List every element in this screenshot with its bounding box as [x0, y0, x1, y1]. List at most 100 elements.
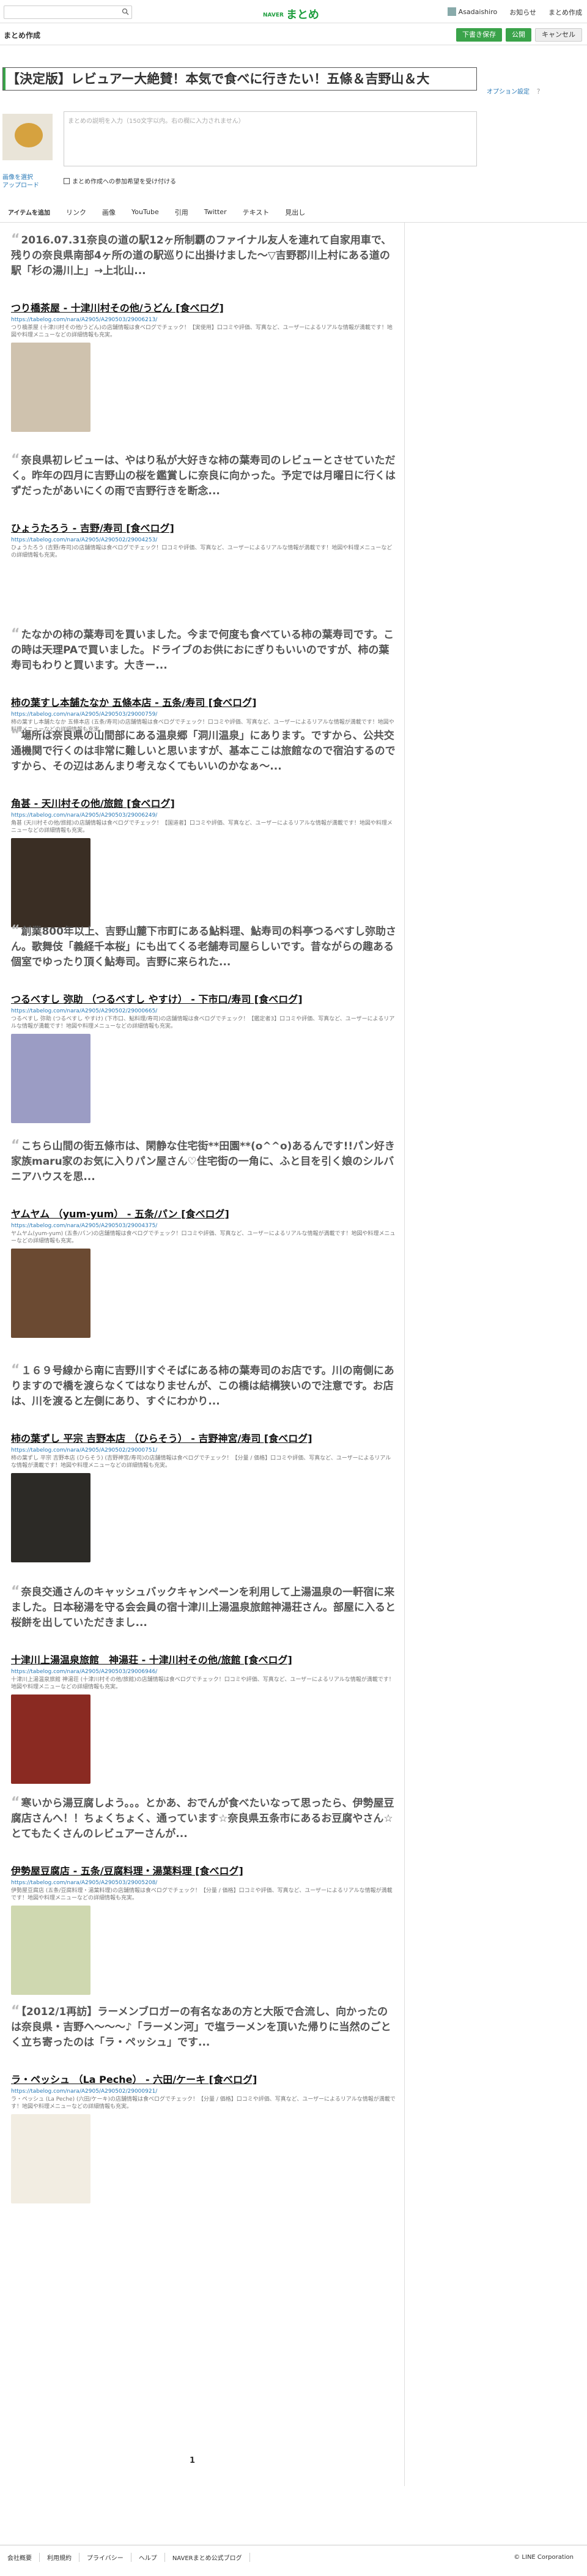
- link-thumbnail[interactable]: [11, 2114, 90, 2203]
- link-url[interactable]: https://tabelog.com/nara/A2905/A290502/2…: [11, 1447, 396, 1453]
- footer-company-link[interactable]: 会社概要: [0, 2553, 40, 2562]
- link-title[interactable]: 角甚 - 天川村その他/旅館 [食べログ]: [11, 795, 396, 810]
- item-block: “たなかの柿の葉寿司を買いました。今まで何度も食べている柿の葉寿司です。この時は…: [11, 626, 396, 733]
- footer-help-link[interactable]: ヘルプ: [131, 2553, 165, 2562]
- link-thumbnail[interactable]: [11, 1034, 90, 1123]
- link-title[interactable]: ヤムヤム （yum-yum） - 五条/パン [食べログ]: [11, 1206, 396, 1220]
- link-description: ひょうたろう (吉野/寿司)の店舗情報は食べログでチェック！口コミや評価、写真な…: [11, 545, 393, 559]
- link-title[interactable]: ひょうたろう - 吉野/寿司 [食べログ]: [11, 520, 396, 535]
- quote-mark-icon: “: [11, 1138, 20, 1153]
- link-url[interactable]: https://tabelog.com/nara/A2905/A290503/2…: [11, 1669, 396, 1675]
- thumbnail-image[interactable]: [2, 114, 53, 160]
- quote-mark-icon: “: [11, 2003, 20, 2019]
- publish-button[interactable]: 公開: [506, 28, 531, 42]
- link-description: ヤムヤム(yum-yum) (五条/パン)の店舗情報は食べログでチェック！口コミ…: [11, 1231, 396, 1244]
- quote-text: “奈良県初レビューは、やはり私が大好きな柿の葉寿司のレビューとさせていただく。昨…: [11, 452, 396, 499]
- link-thumbnail[interactable]: [11, 1249, 90, 1338]
- add-item-tabs: アイテムを追加 リンク 画像 YouTube 引用 Twitter テキスト 見…: [0, 202, 587, 223]
- naver-matome-logo[interactable]: NAVER まとめ: [263, 6, 319, 22]
- item-block: “2016.07.31奈良の道の駅12ヶ所制覇のファイナル友人を連れて自家用車で…: [11, 232, 396, 432]
- participation-checkbox[interactable]: まとめ作成への参加希望を受け付ける: [64, 176, 176, 185]
- link-url[interactable]: https://tabelog.com/nara/A2905/A290502/2…: [11, 1008, 396, 1014]
- quote-text: “【2012/1再訪】ラーメンブロガーの有名なあの方と大阪で合流し、向かったのは…: [11, 2003, 396, 2051]
- quote-body: 創業800年以上、吉野山麓下市町にある鮎料理、鮎寿司の料亭つるべすし弥助さん。歌…: [11, 926, 396, 968]
- quote-text: “たなかの柿の葉寿司を買いました。今まで何度も食べている柿の葉寿司です。この時は…: [11, 626, 396, 674]
- search-input[interactable]: [4, 6, 132, 19]
- quote-text: “１６９号線から南に吉野川すぐそばにある柿の葉寿司のお店です。川の南側にあります…: [11, 1362, 396, 1409]
- create-link[interactable]: まとめ作成: [548, 7, 582, 17]
- link-description: ラ・ペッシュ (La Peche) (六田/ケーキ)の店舗情報は食べログでチェッ…: [11, 2096, 396, 2110]
- footer-privacy-link[interactable]: プライバシー: [79, 2553, 131, 2562]
- link-description: 伊勢屋豆腐店 (五条/豆腐料理・湯葉料理)の店舗情報は食べログでチェック！【分量…: [11, 1888, 393, 1901]
- user-nav: Asadaishiro お知らせ まとめ作成: [447, 7, 582, 17]
- top-bar: NAVER まとめ Asadaishiro お知らせ まとめ作成: [0, 0, 587, 23]
- description-input[interactable]: まとめの説明を入力（150文字以内。右の欄に入力されません）: [64, 111, 477, 166]
- link-title[interactable]: ラ・ペッシュ （La Peche） - 六田/ケーキ [食べログ]: [11, 2071, 396, 2086]
- thumbnail-food: [15, 123, 43, 147]
- quote-text: “2016.07.31奈良の道の駅12ヶ所制覇のファイナル友人を連れて自家用車で…: [11, 232, 396, 279]
- tab-text[interactable]: テキスト: [235, 207, 278, 217]
- quote-mark-icon: “: [11, 232, 20, 247]
- option-settings-link[interactable]: オプション設定: [487, 86, 530, 95]
- link-url[interactable]: https://tabelog.com/nara/A2905/A290503/2…: [11, 1223, 396, 1229]
- link-description: 角甚 (天川村その他/旅館)の店舗情報は食べログでチェック！【国道者】口コミや評…: [11, 820, 393, 834]
- quote-mark-icon: “: [11, 923, 20, 938]
- quote-text: “創業800年以上、吉野山麓下市町にある鮎料理、鮎寿司の料亭つるべすし弥助さん。…: [11, 923, 396, 970]
- link-description: つるべすし 弥助 (つるべすし やすけ) (下市口、鮎料理/寿司)の店舗情報は食…: [11, 1016, 395, 1030]
- footer-terms-link[interactable]: 利用規約: [40, 2553, 79, 2562]
- help-icon[interactable]: ？: [537, 86, 543, 95]
- tab-quote[interactable]: 引用: [167, 207, 196, 217]
- title-input[interactable]: 【決定版】レビュアー大絶賛！本気で食べに行きたい！五條＆吉野山＆大: [2, 67, 477, 91]
- link-title[interactable]: つり橋茶屋 - 十津川村その他/うどん [食べログ]: [11, 300, 396, 314]
- link-thumbnail[interactable]: [11, 1473, 90, 1562]
- save-draft-button[interactable]: 下書き保存: [456, 28, 502, 42]
- item-block: “奈良県初レビューは、やはり私が大好きな柿の葉寿司のレビューとさせていただく。昨…: [11, 452, 396, 559]
- link-url[interactable]: https://tabelog.com/nara/A2905/A290503/2…: [11, 1880, 396, 1886]
- select-image-link[interactable]: 画像を選択: [2, 174, 39, 182]
- tab-link[interactable]: リンク: [58, 207, 94, 217]
- link-title[interactable]: 十津川上湯温泉旅館 神湯荘 - 十津川村その他/旅館 [食べログ]: [11, 1652, 396, 1666]
- link-thumbnail[interactable]: [11, 1906, 90, 1995]
- cancel-button[interactable]: キャンセル: [535, 28, 582, 42]
- tab-youtube[interactable]: YouTube: [124, 208, 167, 216]
- footer-blog-link[interactable]: NAVERまとめ公式ブログ: [165, 2553, 250, 2562]
- quote-body: １６９号線から南に吉野川すぐそばにある柿の葉寿司のお店です。川の南側にありますの…: [11, 1365, 394, 1408]
- quote-text: “奈良交通さんのキャッシュバックキャンペーンを利用して上湯温泉の一軒宿に来ました…: [11, 1584, 396, 1631]
- item-list: “2016.07.31奈良の道の駅12ヶ所制覇のファイナル友人を連れて自家用車で…: [0, 223, 405, 2486]
- link-url[interactable]: https://tabelog.com/nara/A2905/A290502/2…: [11, 2088, 396, 2095]
- link-thumbnail[interactable]: [11, 343, 90, 432]
- quote-mark-icon: “: [11, 1362, 20, 1378]
- pagination[interactable]: 1: [190, 2456, 195, 2465]
- link-url[interactable]: https://tabelog.com/nara/A2905/A290503/2…: [11, 711, 396, 718]
- link-url[interactable]: https://tabelog.com/nara/A2905/A290502/2…: [11, 537, 396, 543]
- quote-body: 寒いから湯豆腐しよう。。。とかあ、おでんが食べたいなって思ったら、伊勢屋豆腐店さ…: [11, 1797, 394, 1840]
- quote-body: 奈良県初レビューは、やはり私が大好きな柿の葉寿司のレビューとさせていただく。昨年…: [11, 455, 396, 497]
- item-block: “創業800年以上、吉野山麓下市町にある鮎料理、鮎寿司の料亭つるべすし弥助さん。…: [11, 923, 396, 1123]
- quote-body: 場所は奈良県の山間部にある温泉郷「洞川温泉」にあります。ですから、公共交通機関で…: [11, 730, 396, 773]
- link-title[interactable]: 柿の葉すし本舗たなか 五條本店 - 五条/寿司 [食べログ]: [11, 694, 396, 709]
- page-title: まとめ作成: [4, 31, 41, 40]
- link-title[interactable]: 伊勢屋豆腐店 - 五条/豆腐料理・湯葉料理 [食べログ]: [11, 1863, 396, 1877]
- link-thumbnail[interactable]: [11, 1694, 90, 1784]
- footer: 会社概要 利用規約 プライバシー ヘルプ NAVERまとめ公式ブログ © LIN…: [0, 2545, 587, 2569]
- tab-add-item: アイテムを追加: [8, 210, 50, 217]
- thumbnail-links: 画像を選択 アップロード: [2, 174, 39, 190]
- quote-body: 【2012/1再訪】ラーメンブロガーの有名なあの方と大阪で合流し、向かったのは奈…: [11, 2006, 391, 2049]
- link-url[interactable]: https://tabelog.com/nara/A2905/A290503/2…: [11, 812, 396, 818]
- user-menu[interactable]: Asadaishiro: [447, 7, 497, 17]
- quote-text: “こちら山間の街五條市は、閑静な住宅街**田園**(o^^o)あるんです!!パン…: [11, 1138, 396, 1185]
- link-description: つり橋茶屋 (十津川村その他/うどん)の店舗情報は食べログでチェック！【実使用】…: [11, 325, 393, 338]
- upload-link[interactable]: アップロード: [2, 182, 39, 190]
- notice-link[interactable]: お知らせ: [509, 7, 536, 17]
- quote-body: たなかの柿の葉寿司を買いました。今まで何度も食べている柿の葉寿司です。この時は天…: [11, 629, 394, 672]
- link-title[interactable]: つるべすし 弥助 （つるべすし やすけ） - 下市口/寿司 [食べログ]: [11, 991, 396, 1006]
- quote-mark-icon: “: [11, 727, 20, 743]
- quote-body: 2016.07.31奈良の道の駅12ヶ所制覇のファイナル友人を連れて自家用車で、…: [11, 234, 392, 277]
- tab-twitter[interactable]: Twitter: [196, 208, 235, 216]
- item-block: “場所は奈良県の山間部にある温泉郷「洞川温泉」にあります。ですから、公共交通機関…: [11, 727, 396, 927]
- tab-heading[interactable]: 見出し: [277, 207, 313, 217]
- link-url[interactable]: https://tabelog.com/nara/A2905/A290503/2…: [11, 317, 396, 323]
- tab-image[interactable]: 画像: [94, 207, 124, 217]
- link-title[interactable]: 柿の葉ずし 平宗 吉野本店 （ひらそう） - 吉野神宮/寿司 [食べログ]: [11, 1430, 396, 1445]
- link-thumbnail[interactable]: [11, 838, 90, 927]
